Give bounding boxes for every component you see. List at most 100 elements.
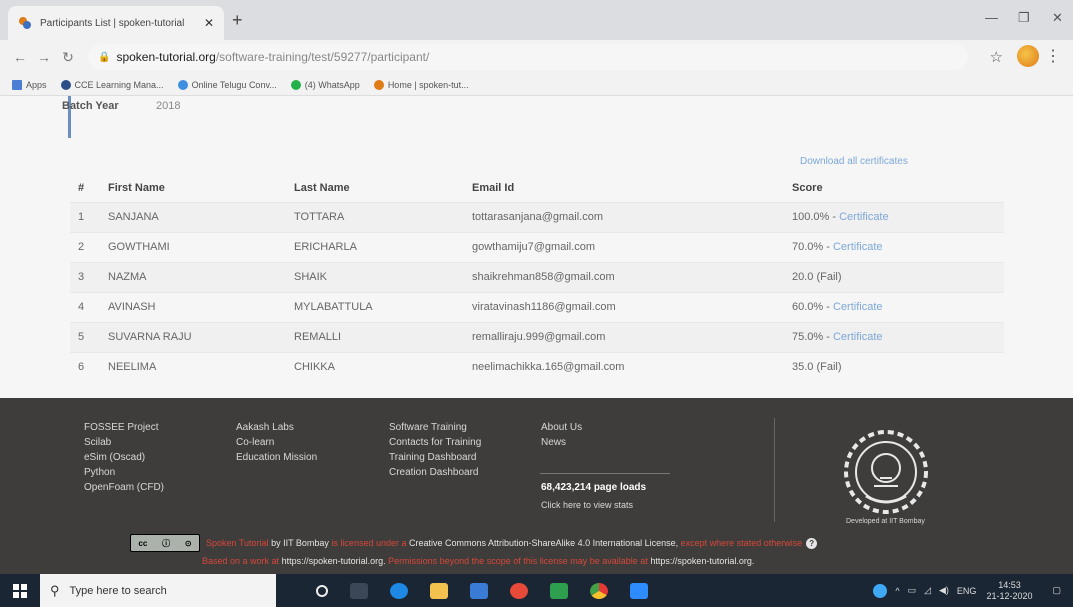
footer-link[interactable]: Aakash Labs [236,420,317,435]
bookmark-telugu[interactable]: Online Telugu Conv... [177,79,277,90]
browser-toolbar: ← → ↻ 🔒 spoken-tutorial.org /software-tr… [0,40,1073,74]
footer-link[interactable]: Python [84,465,164,480]
notifications-icon[interactable]: ▢ [1052,585,1061,596]
license-text: is licensed under a [331,538,407,548]
footer-link[interactable]: News [541,435,582,450]
url-path: /software-training/test/59277/participan… [215,50,430,64]
footer-link[interactable]: Software Training [389,420,481,435]
row-number: 6 [70,351,108,382]
file-explorer-icon[interactable] [430,582,448,599]
last-name-cell: TOTTARA [294,201,472,232]
email-cell: remalliraju.999@gmail.com [472,321,792,352]
license-cc-link[interactable]: Creative Commons Attribution-ShareAlike … [409,538,678,548]
bookmark-cce[interactable]: CCE Learning Mana... [60,79,164,90]
forward-icon[interactable]: → [32,49,56,65]
email-cell: viratavinash1186@gmail.com [472,291,792,322]
taskbar-search-box[interactable]: ⚲ Type here to search [40,574,276,607]
help-icon[interactable]: ? [806,537,818,549]
download-all-certificates-link[interactable]: Download all certificates [800,156,908,167]
column-header: Last Name [294,174,472,203]
volume-icon[interactable]: ◀) [939,585,949,596]
footer-link[interactable]: Training Dashboard [389,450,481,465]
footer-link[interactable]: OpenFoam (CFD) [84,480,164,495]
language-indicator[interactable]: ENG [957,586,977,596]
license-spoken-tutorial-link[interactable]: Spoken Tutorial [206,538,269,548]
whatsapp-icon [290,79,301,90]
first-name-cell: AVINASH [108,291,294,322]
tray-app-icon[interactable] [873,583,888,598]
view-stats-link[interactable]: Click here to view stats [541,500,633,510]
email-cell: shaikrehman858@gmail.com [472,261,792,292]
based-on-text: Based on a work at [202,556,280,566]
table-row: 6 NEELIMA CHIKKA neelimachikka.165@gmail… [70,351,1004,382]
network-icon[interactable]: ◿ [924,585,931,596]
certificate-link[interactable]: Certificate [833,331,883,343]
bookmark-spoken-home[interactable]: Home | spoken-tut... [373,79,469,90]
column-header: Score [792,174,1004,203]
bookmark-whatsapp[interactable]: (4) WhatsApp [290,79,360,90]
batch-year-value: 2018 [156,100,181,112]
close-tab-icon[interactable]: ✕ [204,16,214,30]
mail-icon[interactable] [470,582,488,599]
cortana-icon[interactable] [316,584,328,597]
clock[interactable]: 14:53 21-12-2020 [986,580,1032,602]
chevron-up-icon[interactable]: ^ [895,586,899,596]
app-red-icon[interactable] [510,582,528,599]
permissions-link[interactable]: https://spoken-tutorial.org. [650,556,754,566]
row-number: 3 [70,261,108,292]
footer-link[interactable]: About Us [541,420,582,435]
score-cell: 20.0 (Fail) [792,261,1004,292]
email-cell: neelimachikka.165@gmail.com [472,351,792,382]
minimize-icon[interactable]: — [985,10,998,25]
footer-link[interactable]: Creation Dashboard [389,465,481,480]
profile-avatar[interactable] [1017,45,1039,67]
batch-info-box [68,96,1003,138]
windows-taskbar: ⚲ Type here to search ^ ▭ ◿ ◀) ENG 14:53… [0,574,1073,607]
edge-icon[interactable] [390,582,408,599]
bookmark-star-icon[interactable]: ☆ [990,48,1003,66]
chrome-icon[interactable] [590,582,608,599]
row-number: 5 [70,321,108,352]
battery-icon[interactable]: ▭ [908,585,917,596]
page-content: Batch Year 2018 Download all certificate… [0,96,1073,398]
lock-icon[interactable]: 🔒 [98,52,110,63]
footer-link[interactable]: Co-learn [236,435,317,450]
close-window-icon[interactable]: ✕ [1052,10,1063,26]
address-bar[interactable]: 🔒 spoken-tutorial.org /software-training… [88,44,968,70]
back-icon[interactable]: ← [8,49,32,65]
spoken-tutorial-favicon-icon [19,17,31,29]
search-icon: ⚲ [50,582,60,598]
license-by-text: by IIT Bombay [271,538,329,548]
creative-commons-badge-icon[interactable]: cc ⓘ ⊙ [130,534,200,552]
url-host: spoken-tutorial.org [116,50,216,64]
footer-link[interactable]: Education Mission [236,450,317,465]
based-on-link[interactable]: https://spoken-tutorial.org. [282,556,386,566]
menu-kebab-icon[interactable]: ⋮ [1045,46,1061,66]
certificate-link[interactable]: Certificate [839,211,889,223]
score-cell: 70.0% - Certificate [792,231,1004,262]
certificate-link[interactable]: Certificate [833,301,883,313]
bookmark-apps[interactable]: Apps [12,79,47,90]
restore-icon[interactable]: ❐ [1018,10,1030,26]
start-button[interactable] [0,583,40,598]
excel-icon[interactable] [550,582,568,599]
task-view-icon[interactable] [350,582,368,599]
clock-date: 21-12-2020 [986,590,1033,601]
footer-column-projects: FOSSEE Project Scilab eSim (Oscad) Pytho… [84,420,164,495]
last-name-cell: CHIKKA [294,351,472,382]
site-footer: FOSSEE Project Scilab eSim (Oscad) Pytho… [0,398,1073,574]
row-number: 4 [70,291,108,322]
certificate-link[interactable]: Certificate [833,241,883,253]
new-tab-icon[interactable]: + [232,10,243,31]
zoom-icon[interactable] [630,582,648,599]
footer-link[interactable]: Scilab [84,435,164,450]
license-except-text: except where stated otherwise [680,538,803,548]
reload-icon[interactable]: ↻ [56,49,80,66]
row-number: 2 [70,231,108,262]
footer-link[interactable]: FOSSEE Project [84,420,164,435]
footer-link[interactable]: eSim (Oscad) [84,450,164,465]
footer-link[interactable]: Contacts for Training [389,435,481,450]
browser-tab[interactable]: Participants List | spoken-tutorial ✕ [8,6,224,40]
table-row: 1 SANJANA TOTTARA tottarasanjana@gmail.c… [70,201,1004,232]
clock-time: 14:53 [998,579,1021,590]
